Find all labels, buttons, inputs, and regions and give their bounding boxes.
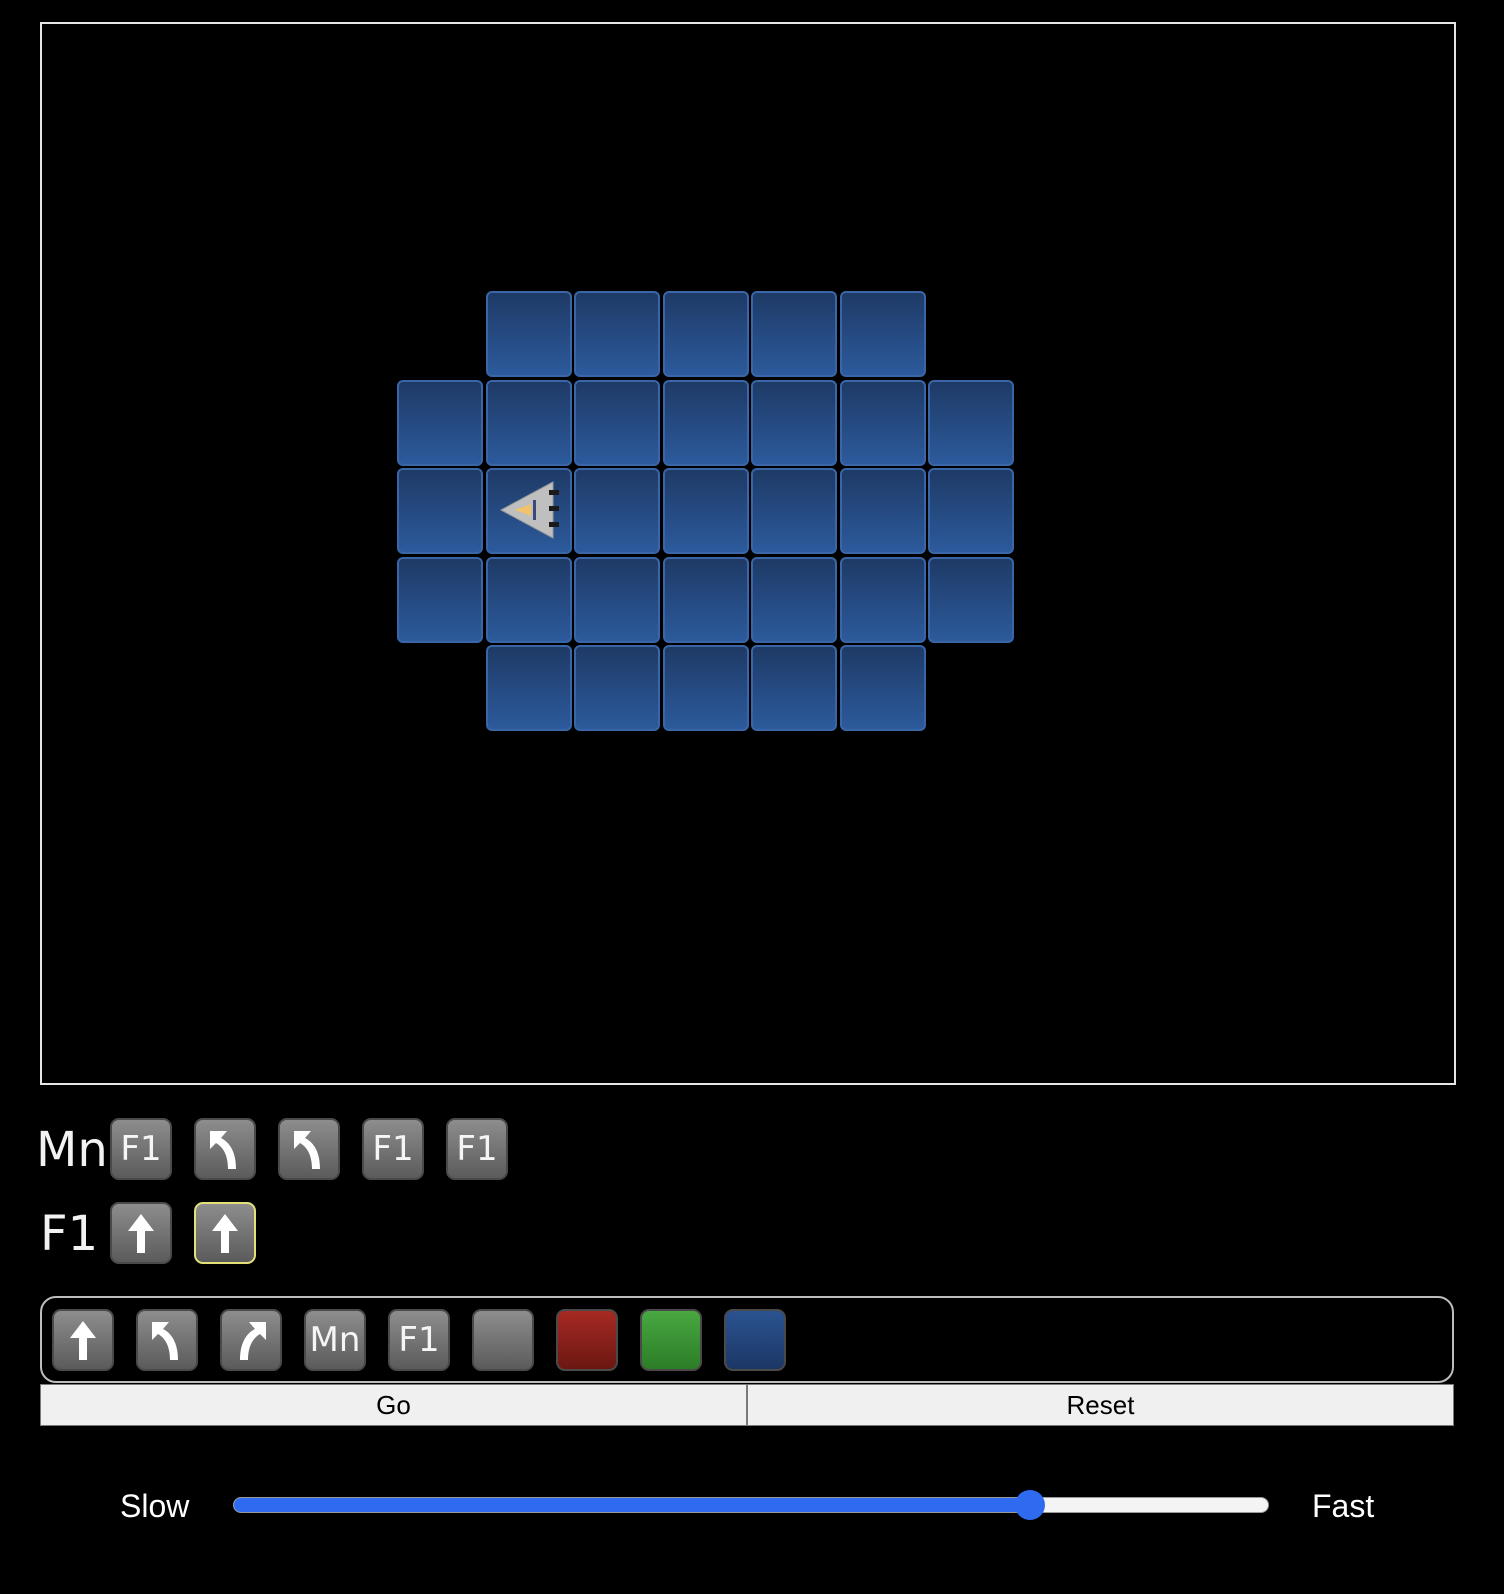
call-F1-label: F1 <box>456 1129 498 1169</box>
board-tile <box>574 556 660 643</box>
program-slot-call-F1[interactable]: F1 <box>362 1118 424 1180</box>
board-tile <box>928 556 1014 643</box>
board-tile <box>839 645 926 731</box>
forward-arrow-icon <box>212 1214 238 1253</box>
palette-call-F1[interactable]: F1 <box>388 1309 450 1371</box>
board-tile <box>839 379 926 466</box>
go-button[interactable]: Go <box>40 1384 747 1426</box>
fast-label: Fast <box>1312 1488 1375 1524</box>
board-tile <box>928 379 1014 466</box>
call-Mn-label: Mn <box>309 1320 361 1360</box>
call-F1-label: F1 <box>398 1320 440 1360</box>
turn-right-icon <box>240 1322 266 1360</box>
board-tile <box>662 645 749 731</box>
forward-arrow-icon <box>128 1214 154 1253</box>
board-tile <box>574 291 660 377</box>
program-slot-forward[interactable] <box>110 1202 172 1264</box>
turn-left-icon <box>210 1131 236 1169</box>
speed-slider-thumb[interactable] <box>1015 1490 1046 1520</box>
board-tile <box>485 645 572 731</box>
board-tile <box>751 468 837 554</box>
green-color-button[interactable] <box>640 1309 702 1371</box>
call-F1-label: F1 <box>120 1129 162 1169</box>
palette-turn-right[interactable] <box>220 1309 282 1371</box>
board-tile <box>662 379 749 466</box>
board-tile <box>928 468 1014 554</box>
board-tile <box>662 556 749 643</box>
program-slot-turn-left[interactable] <box>194 1118 256 1180</box>
program-slot-call-F1[interactable]: F1 <box>446 1118 508 1180</box>
board-tile <box>839 468 926 554</box>
board-tile <box>839 556 926 643</box>
program-slot-forward[interactable] <box>194 1202 256 1264</box>
board-tile <box>485 556 572 643</box>
program-label-mn: Mn <box>36 1122 108 1178</box>
board-tile <box>574 468 660 554</box>
board-tile <box>662 291 749 377</box>
program-label-f1: F1 <box>40 1206 99 1262</box>
turn-left-icon <box>152 1322 178 1360</box>
turn-left-icon <box>294 1131 320 1169</box>
board-tile <box>839 291 926 377</box>
board-tile <box>751 556 837 643</box>
board-tile <box>574 379 660 466</box>
board-tile <box>751 379 837 466</box>
palette-turn-left[interactable] <box>136 1309 198 1371</box>
forward-arrow-icon <box>70 1321 96 1360</box>
palette-call-Mn[interactable]: Mn <box>304 1309 366 1371</box>
ship-icon <box>499 481 559 539</box>
red-color-button[interactable] <box>556 1309 618 1371</box>
blue-color-button[interactable] <box>724 1309 786 1371</box>
call-F1-label: F1 <box>372 1129 414 1169</box>
board-tile <box>397 556 483 643</box>
board-tile <box>397 468 483 554</box>
board-tile <box>662 468 749 554</box>
palette-forward[interactable] <box>52 1309 114 1371</box>
game-board <box>40 22 1456 1085</box>
reset-button[interactable]: Reset <box>747 1384 1454 1426</box>
speed-slider-fill <box>234 1498 1031 1512</box>
board-tile <box>751 291 837 377</box>
board-tile <box>485 291 572 377</box>
program-slot-turn-left[interactable] <box>278 1118 340 1180</box>
slow-label: Slow <box>120 1488 190 1524</box>
program-slot-call-F1[interactable]: F1 <box>110 1118 172 1180</box>
speed-slider[interactable] <box>233 1490 1269 1520</box>
board-tile <box>485 379 572 466</box>
board-tile <box>574 645 660 731</box>
board-tile <box>397 379 483 466</box>
gray-color-button[interactable] <box>472 1309 534 1371</box>
board-tile <box>751 645 837 731</box>
